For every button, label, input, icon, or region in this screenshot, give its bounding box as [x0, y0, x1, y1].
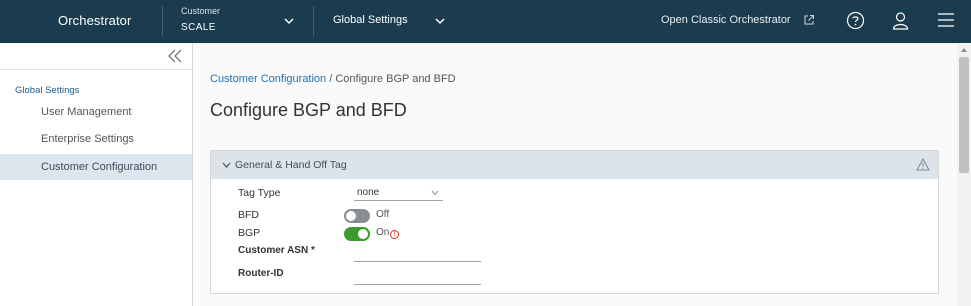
panel-title: General & Hand Off Tag — [235, 159, 347, 171]
panel-header[interactable]: General & Hand Off Tag — [211, 151, 938, 179]
warning-icon — [916, 158, 930, 171]
customer-value: SCALE — [181, 22, 216, 33]
app-brand[interactable]: Orchestrator — [58, 13, 131, 28]
bgp-label: BGP — [238, 227, 261, 239]
toggle-knob — [358, 229, 368, 239]
chevron-down-icon[interactable] — [284, 16, 294, 26]
toggle-knob — [346, 211, 356, 221]
vertical-scrollbar[interactable] — [957, 43, 971, 306]
tag-type-select[interactable]: none — [354, 186, 443, 201]
header-divider — [162, 6, 163, 37]
sidebar-item-enterprise-settings[interactable]: Enterprise Settings — [0, 126, 192, 152]
breadcrumb: Customer Configuration / Configure BGP a… — [210, 73, 456, 85]
sidebar-section-global-settings: Global Settings — [15, 85, 80, 96]
breadcrumb-separator: / — [329, 73, 333, 85]
main-content: Customer Configuration / Configure BGP a… — [193, 43, 957, 306]
help-icon[interactable] — [846, 11, 865, 30]
scroll-up-icon[interactable] — [960, 47, 968, 53]
user-icon[interactable] — [892, 11, 909, 30]
collapse-sidebar-icon[interactable] — [166, 49, 184, 63]
scrollbar-thumb[interactable] — [959, 57, 969, 173]
customer-label: Customer — [181, 6, 221, 16]
router-id-input[interactable] — [354, 284, 481, 285]
global-settings-dropdown[interactable]: Global Settings — [333, 14, 408, 26]
customer-asn-input[interactable] — [354, 261, 481, 262]
bfd-label: BFD — [238, 209, 259, 221]
customer-selector[interactable]: Customer SCALE — [181, 6, 220, 33]
general-handoff-panel: General & Hand Off Tag Tag Type none BFD… — [210, 150, 939, 294]
tag-type-label: Tag Type — [238, 187, 281, 199]
bfd-state: Off — [376, 209, 390, 220]
chevron-down-icon[interactable] — [435, 16, 445, 26]
sidebar-nav: Global Settings User Management Enterpri… — [0, 43, 193, 306]
header-divider — [313, 6, 314, 37]
breadcrumb-link-customer-configuration[interactable]: Customer Configuration — [210, 73, 326, 85]
sidebar-divider — [0, 69, 192, 70]
page-title: Configure BGP and BFD — [210, 100, 407, 120]
top-header: Orchestrator Customer SCALE Global Setti… — [0, 0, 971, 43]
chevron-down-icon[interactable] — [222, 161, 231, 169]
router-id-label: Router-ID — [238, 268, 284, 279]
info-icon[interactable]: ! — [390, 230, 399, 239]
sidebar-item-customer-configuration[interactable]: Customer Configuration — [0, 154, 192, 180]
chevron-down-icon — [431, 190, 439, 196]
customer-asn-label: Customer ASN * — [238, 245, 315, 256]
bgp-state: On — [376, 227, 390, 238]
tag-type-value: none — [357, 187, 380, 198]
open-classic-orchestrator-link[interactable]: Open Classic Orchestrator — [661, 14, 791, 26]
external-link-icon[interactable] — [803, 14, 815, 26]
bgp-toggle[interactable] — [344, 227, 370, 241]
bfd-toggle[interactable] — [344, 209, 370, 223]
breadcrumb-current: Configure BGP and BFD — [335, 73, 456, 85]
sidebar-item-user-management[interactable]: User Management — [0, 99, 192, 125]
menu-icon[interactable] — [937, 12, 955, 28]
